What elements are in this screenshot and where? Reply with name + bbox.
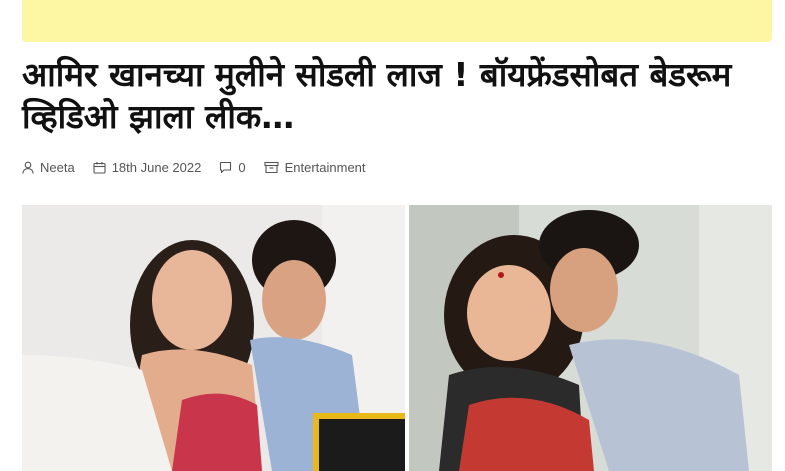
category-name: Entertainment — [284, 159, 366, 175]
featured-image-right-photo — [409, 205, 772, 471]
archive-icon — [264, 161, 279, 173]
comments-link[interactable]: 0 — [219, 159, 246, 175]
author-name: Neeta — [40, 159, 75, 175]
featured-image[interactable] — [22, 205, 772, 471]
featured-image-left-photo — [22, 205, 405, 471]
ad-banner[interactable] — [22, 0, 772, 42]
date-link[interactable]: 18th June 2022 — [93, 159, 202, 175]
article-meta: Neeta 18th June 2022 0 Entertainment — [22, 157, 384, 177]
comments-count: 0 — [238, 159, 246, 175]
article-headline: आमिर खानच्या मुलीने सोडली लाज ! बॉयफ्रें… — [22, 55, 732, 136]
category-link[interactable]: Entertainment — [264, 160, 366, 175]
author-link[interactable]: Neeta — [22, 160, 75, 175]
comment-icon — [220, 161, 232, 173]
user-icon — [22, 161, 34, 174]
calendar-icon — [93, 161, 106, 174]
publish-date: 18th June 2022 — [111, 159, 202, 175]
